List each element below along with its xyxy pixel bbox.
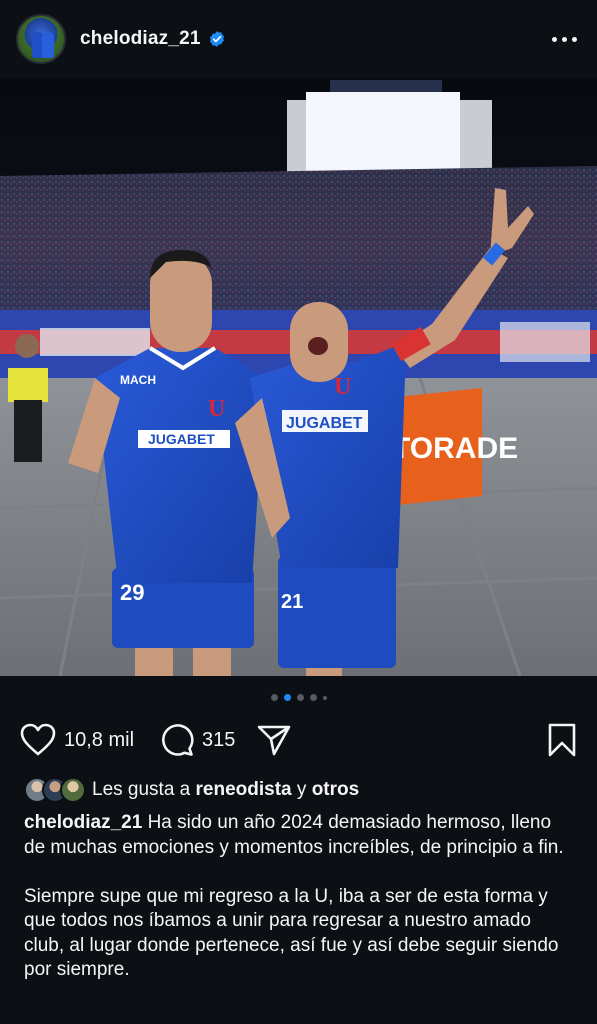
- carousel-indicator: [0, 694, 597, 701]
- more-dots-icon[interactable]: [550, 31, 579, 48]
- carousel-dot: [309, 694, 317, 701]
- jersey-sponsor-right: JUGABET: [286, 415, 363, 432]
- carousel-dot: [270, 694, 278, 701]
- profile-avatar[interactable]: [16, 14, 66, 64]
- post-actions: 10,8 mil 315: [20, 720, 577, 760]
- club-logo-left: U: [208, 396, 225, 422]
- paper-plane-icon[interactable]: [257, 723, 291, 757]
- bookmark-icon[interactable]: [547, 723, 577, 757]
- jersey-brand-left: MACH: [120, 373, 156, 387]
- comment-count[interactable]: 315: [202, 729, 235, 752]
- caption-username[interactable]: chelodiaz_21: [24, 812, 142, 833]
- post-username[interactable]: chelodiaz_21: [80, 28, 201, 50]
- post-caption: chelodiaz_21 Ha sido un año 2024 demasia…: [24, 811, 569, 983]
- carousel-dot: [296, 694, 304, 701]
- liked-by-connector: y: [296, 779, 307, 800]
- heart-icon[interactable]: [20, 723, 56, 757]
- caption-paragraph-2: Siempre supe que mi regreso a la U, iba …: [24, 885, 559, 981]
- post-photo[interactable]: TORADE JUGABET MACH U 29 JUGABET U 21: [0, 78, 597, 676]
- jersey-number-right: 21: [281, 591, 303, 613]
- verified-badge-icon: [209, 31, 224, 47]
- save-action[interactable]: [547, 723, 577, 757]
- jersey-sponsor-left: JUGABET: [148, 431, 215, 447]
- like-action[interactable]: 10,8 mil: [20, 723, 134, 757]
- username-block: chelodiaz_21: [80, 28, 226, 50]
- post-header: chelodiaz_21: [0, 0, 597, 78]
- comment-action[interactable]: 315: [160, 723, 235, 757]
- liked-by-user[interactable]: reneodista: [196, 779, 292, 801]
- liked-by-prefix: Les gusta a: [92, 779, 191, 800]
- carousel-dot-active: [283, 694, 291, 701]
- liker-avatars[interactable]: [24, 777, 86, 803]
- stadium-celebration-image: TORADE JUGABET MACH U 29 JUGABET U 21: [0, 78, 597, 676]
- like-count[interactable]: 10,8 mil: [64, 729, 134, 752]
- banner-text: TORADE: [392, 432, 518, 465]
- liked-by-others[interactable]: otros: [312, 779, 360, 801]
- liker-avatar[interactable]: [60, 777, 86, 803]
- club-logo-right: U: [334, 374, 351, 400]
- comment-icon[interactable]: [160, 723, 194, 757]
- share-action[interactable]: [257, 723, 291, 757]
- liked-by-line: Les gusta a reneodista y otros: [24, 776, 359, 804]
- carousel-dot: [322, 695, 327, 700]
- jersey-number-left: 29: [120, 580, 144, 605]
